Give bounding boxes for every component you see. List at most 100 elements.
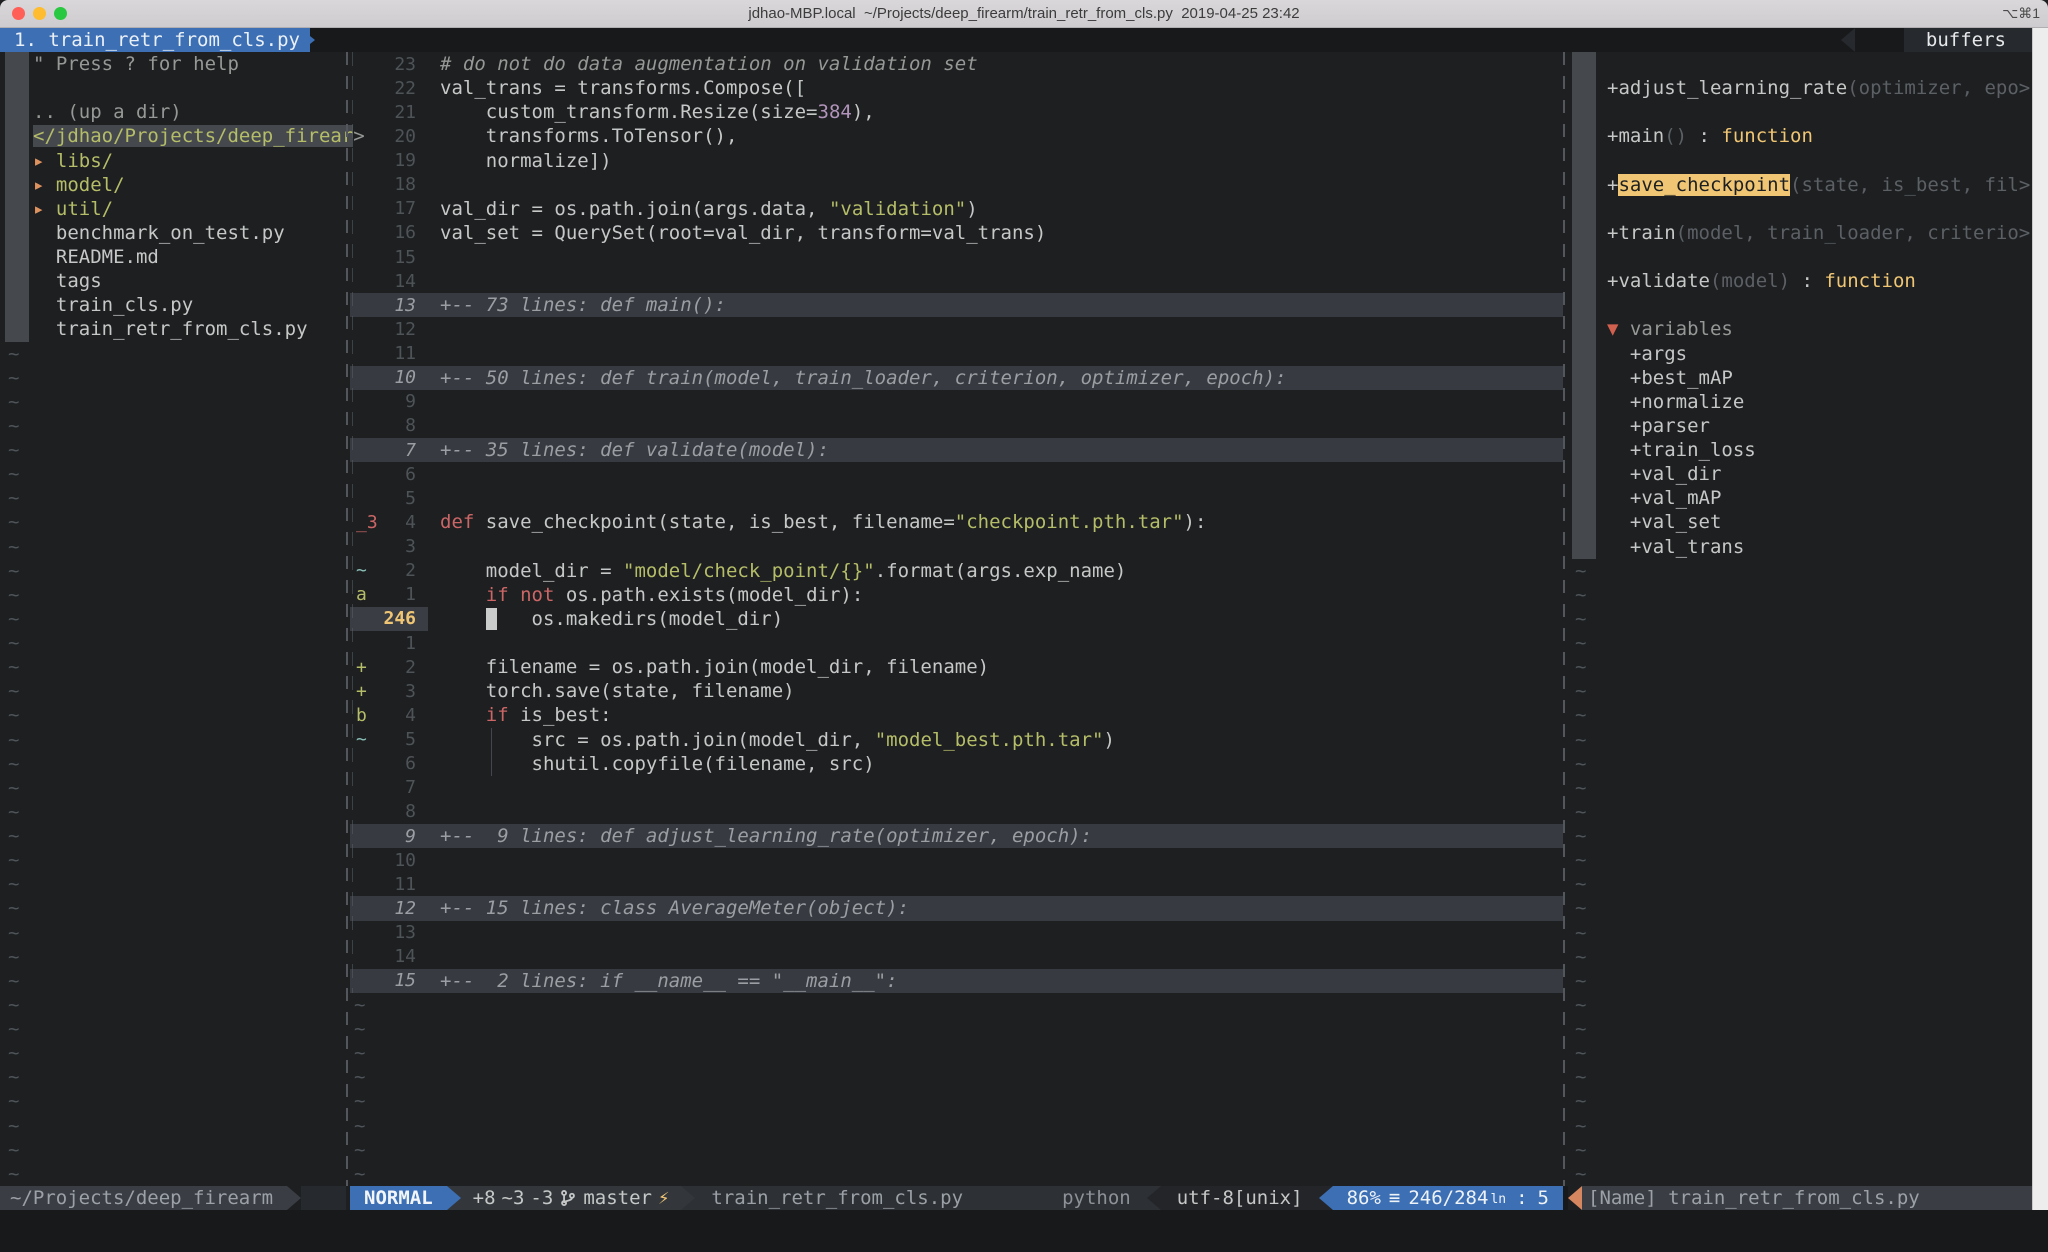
code-line[interactable]: 15 — [350, 245, 1563, 269]
code-line[interactable]: 20 transforms.ToTensor(), — [350, 124, 1563, 148]
fold-summary[interactable]: +-- 50 lines: def train(model, train_loa… — [440, 367, 1286, 389]
code-line[interactable]: 8 — [350, 800, 1563, 824]
code-line[interactable]: 17val_dir = os.path.join(args.data, "val… — [350, 197, 1563, 221]
empty-line-row: ~ — [0, 703, 346, 727]
tag-variable-item[interactable]: +best_mAP — [1567, 366, 2032, 390]
fold-summary[interactable]: +-- 15 lines: class AverageMeter(object)… — [440, 897, 909, 919]
tree-item[interactable]: .. (up a dir) — [0, 100, 346, 124]
folded-code-line[interactable]: 7+-- 35 lines: def validate(model): — [350, 438, 1563, 462]
code-line[interactable]: 10 — [350, 848, 1563, 872]
window-separator-right[interactable] — [1563, 52, 1565, 1186]
window-shortcut-badge: ⌥⌘1 — [2002, 5, 2040, 22]
tag-variable-item[interactable]: +parser — [1567, 414, 2032, 438]
code-line[interactable]: 11 — [350, 872, 1563, 896]
tilde-marker: ~ — [1575, 922, 1586, 944]
tag-function-item[interactable]: +train(model, train_loader, criterio> — [1567, 221, 2032, 245]
tag-variable-item[interactable]: +train_loss — [1567, 438, 2032, 462]
gutter: 18 — [350, 173, 428, 197]
tag-variable-item[interactable]: +args — [1567, 342, 2032, 366]
code-line[interactable]: 5 — [350, 486, 1563, 510]
empty-line-row: ~ — [0, 800, 346, 824]
git-removed-count: -3 — [530, 1186, 553, 1210]
code-line[interactable]: 6 shutil.copyfile(filename, src) — [350, 752, 1563, 776]
code-line[interactable]: +3 torch.save(state, filename) — [350, 679, 1563, 703]
tree-item[interactable]: ▸ model/ — [0, 173, 346, 197]
tag-function-item[interactable]: +adjust_learning_rate(optimizer, epo> — [1567, 76, 2032, 100]
tag-function-item[interactable]: +main() : function — [1567, 124, 2032, 148]
tag-function-item[interactable]: +save_checkpoint(state, is_best, fil> — [1567, 173, 2032, 197]
code-line[interactable]: b4 if is_best: — [350, 703, 1563, 727]
tree-item[interactable]: train_cls.py — [0, 293, 346, 317]
token: .format(args.exp_name) — [875, 560, 1127, 582]
tree-item[interactable]: ▸ libs/ — [0, 149, 346, 173]
code-line[interactable]: 7 — [350, 776, 1563, 800]
line-number: 10 — [376, 367, 416, 388]
code-line[interactable]: 18 — [350, 173, 1563, 197]
tree-item[interactable]: benchmark_on_test.py — [0, 221, 346, 245]
code-line[interactable]: a1 if not os.path.exists(model_dir): — [350, 583, 1563, 607]
tag-variable-item[interactable]: +normalize — [1567, 390, 2032, 414]
chevron-right-icon[interactable]: ▸ — [33, 174, 56, 196]
tag-variable-item[interactable]: +val_dir — [1567, 462, 2032, 486]
tilde-marker: ~ — [8, 1139, 19, 1161]
gutter: 13 — [350, 921, 428, 945]
chevron-right-icon[interactable]: ▸ — [33, 198, 56, 220]
window-separator-left[interactable] — [346, 52, 348, 1186]
fold-summary[interactable]: +-- 35 lines: def validate(model): — [440, 439, 829, 461]
line-number: 20 — [376, 126, 416, 147]
code-line[interactable]: 23# do not do data augmentation on valid… — [350, 52, 1563, 76]
tag-variable-item[interactable]: +val_set — [1567, 510, 2032, 534]
tree-item[interactable]: " Press ? for help — [0, 52, 346, 76]
code-line[interactable]: 8 — [350, 414, 1563, 438]
code-line[interactable]: 16val_set = QuerySet(root=val_dir, trans… — [350, 221, 1563, 245]
code-line[interactable]: 12 — [350, 317, 1563, 341]
code-line[interactable]: 22val_trans = transforms.Compose([ — [350, 76, 1563, 100]
tree-item[interactable]: tags — [0, 269, 346, 293]
command-line[interactable] — [0, 1210, 2048, 1252]
empty-line-row: ~ — [1567, 824, 2032, 848]
folded-code-line[interactable]: 9+-- 9 lines: def adjust_learning_rate(o… — [350, 824, 1563, 848]
tree-item[interactable]: train_retr_from_cls.py — [0, 317, 346, 341]
code-line[interactable]: 246 os.makedirs(model_dir) — [350, 607, 1563, 631]
tree-item[interactable]: </jdhao/Projects/deep_firear> — [0, 124, 346, 148]
code-line[interactable]: 6 — [350, 462, 1563, 486]
code-line[interactable]: ~2 model_dir = "model/check_point/{}".fo… — [350, 559, 1563, 583]
empty-line-row: ~ — [1567, 776, 2032, 800]
nerdtree-panel: " Press ? for help .. (up a dir)</jdhao/P… — [0, 52, 346, 1186]
tag-variable-item[interactable]: +val_trans — [1567, 535, 2032, 559]
tilde-marker: ~ — [1575, 1090, 1586, 1112]
chevron-right-icon[interactable]: ▸ — [33, 150, 56, 172]
empty-line-row: ~ — [1567, 631, 2032, 655]
fold-summary[interactable]: +-- 9 lines: def adjust_learning_rate(op… — [440, 825, 1092, 847]
code-line[interactable]: 21 custom_transform.Resize(size=384), — [350, 100, 1563, 124]
code-line[interactable]: 13 — [350, 921, 1563, 945]
terminal-scrollbar[interactable] — [2032, 28, 2048, 1252]
code-line[interactable]: +2 filename = os.path.join(model_dir, fi… — [350, 655, 1563, 679]
editor-panel[interactable]: 23# do not do data augmentation on valid… — [350, 52, 1563, 1186]
folded-code-line[interactable]: 10 +-- 50 lines: def train(model, train_l… — [350, 366, 1563, 390]
code-line[interactable]: 19 normalize]) — [350, 149, 1563, 173]
fold-summary[interactable]: +-- 73 lines: def main(): — [440, 294, 726, 316]
line-number: 2 — [376, 560, 416, 581]
tag-function-item[interactable]: +validate(model) : function — [1567, 269, 2032, 293]
fold-summary[interactable]: +-- 2 lines: if __name__ == "__main__": — [440, 970, 898, 992]
code-line[interactable]: 3 — [350, 535, 1563, 559]
code-line[interactable]: 9 — [350, 390, 1563, 414]
code-line[interactable]: 14 — [350, 269, 1563, 293]
folded-code-line[interactable]: 15+-- 2 lines: if __name__ == "__main__"… — [350, 969, 1563, 993]
buffers-label[interactable]: buffers — [1904, 28, 2032, 52]
tilde-marker: ~ — [354, 1090, 365, 1112]
code-line[interactable]: 11 — [350, 342, 1563, 366]
tag-variable-item[interactable]: +val_mAP — [1567, 486, 2032, 510]
tree-item[interactable]: README.md — [0, 245, 346, 269]
code-line[interactable]: ~5 src = os.path.join(model_dir, "model_… — [350, 728, 1563, 752]
code-line[interactable]: _34def save_checkpoint(state, is_best, f… — [350, 510, 1563, 534]
folded-code-line[interactable]: 12+-- 15 lines: class AverageMeter(objec… — [350, 896, 1563, 920]
empty-line-row: ~ — [0, 583, 346, 607]
tree-item[interactable]: ▸ util/ — [0, 197, 346, 221]
tag-kind-header[interactable]: ▼ variables — [1567, 317, 2032, 341]
code-line[interactable]: 14 — [350, 945, 1563, 969]
folded-code-line[interactable]: 13+-- 73 lines: def main(): — [350, 293, 1563, 317]
tab-train-retr-from-cls[interactable]: 1. train_retr_from_cls.py — [0, 28, 310, 52]
code-line[interactable]: 1 — [350, 631, 1563, 655]
